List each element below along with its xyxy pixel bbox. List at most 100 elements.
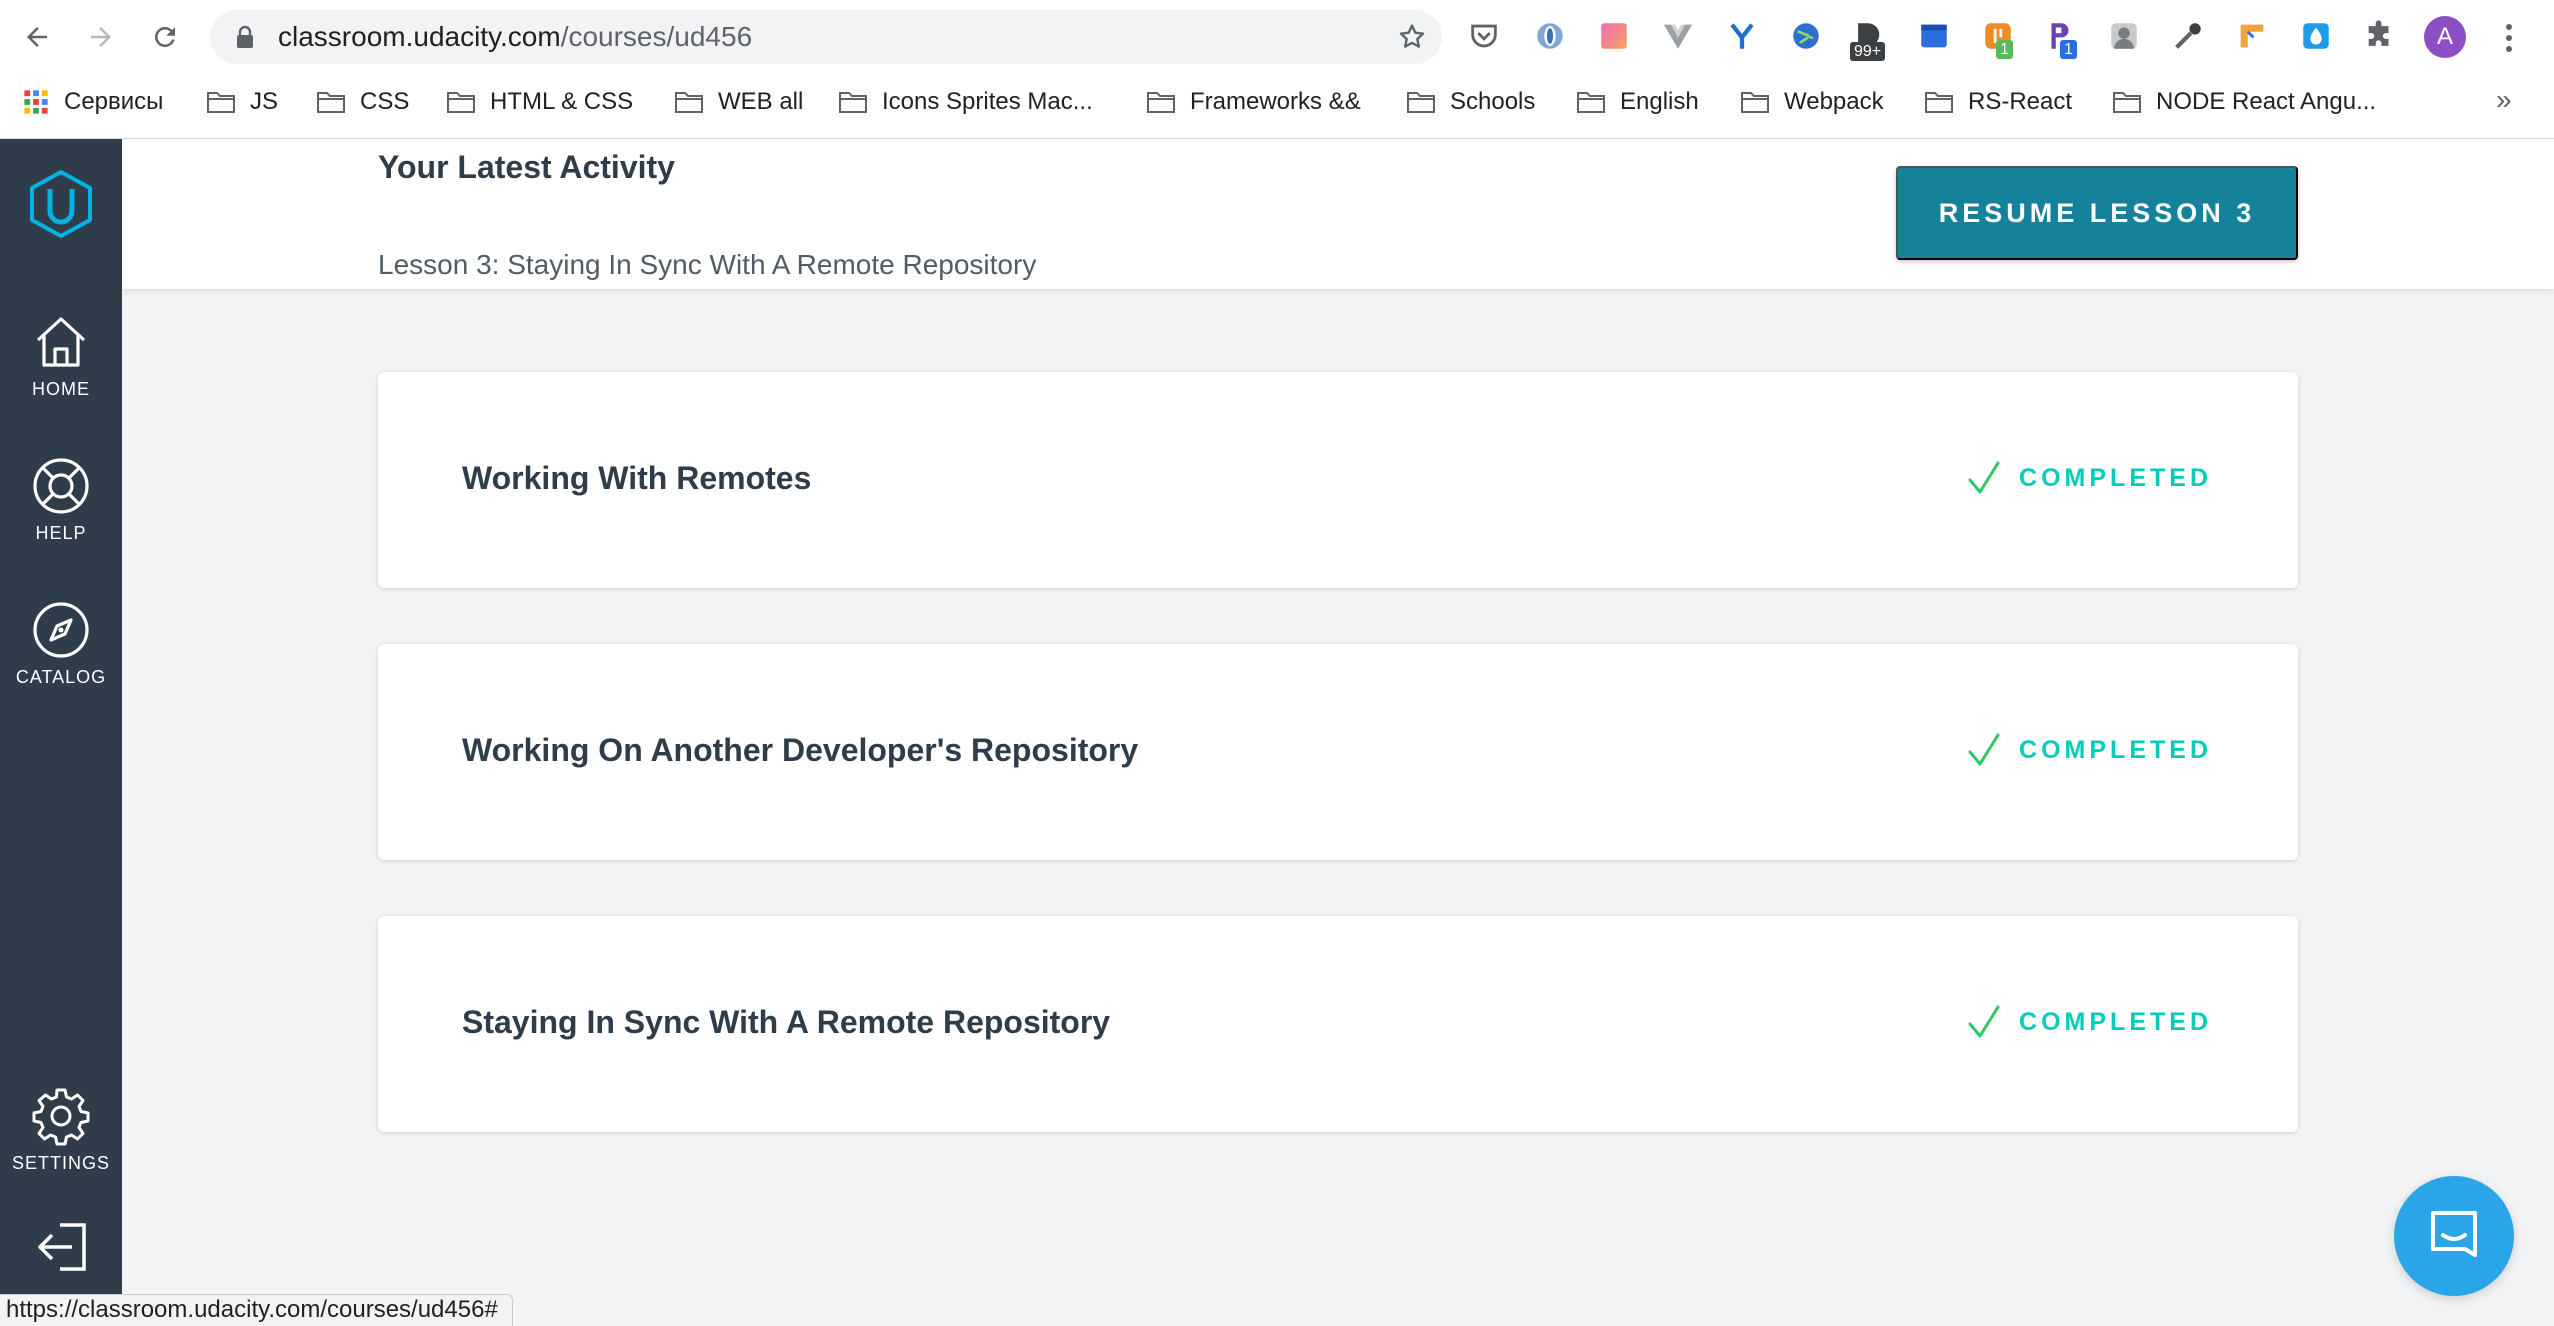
bookmark-folder-rs-react[interactable]: RS-React xyxy=(1924,80,2072,124)
resume-lesson-button[interactable]: RESUME LESSON 3 xyxy=(1896,166,2298,260)
folder-icon xyxy=(447,92,475,113)
url-text[interactable]: classroom.udacity.com/courses/ud456 xyxy=(278,21,752,53)
lesson-title: Working On Another Developer's Repositor… xyxy=(462,732,1139,768)
address-bar[interactable]: classroom.udacity.com/courses/ud456 xyxy=(210,10,1442,64)
status-label: COMPLETED xyxy=(2019,735,2212,764)
browser-toolbar: classroom.udacity.com/courses/ud456 99+ … xyxy=(0,0,2554,75)
chat-icon xyxy=(2431,1211,2477,1257)
bookmark-folder-css[interactable]: CSS xyxy=(316,80,409,124)
folder-icon xyxy=(1925,92,1953,113)
color-gradient-icon[interactable] xyxy=(1596,18,1632,54)
bookmark-apps[interactable]: Сервисы xyxy=(22,80,163,124)
rail-home[interactable]: HOME xyxy=(0,311,122,400)
extension-badge: 1 xyxy=(2060,40,2077,59)
yandex-icon[interactable] xyxy=(1724,18,1760,54)
bookmark-folder-icons-sprites[interactable]: Icons Sprites Mac... xyxy=(838,80,1093,124)
gray-person-icon[interactable] xyxy=(2106,18,2142,54)
folder-icon xyxy=(1147,92,1175,113)
puzzle-icon[interactable] xyxy=(2362,18,2398,54)
bookmark-folder-js[interactable]: JS xyxy=(206,80,278,124)
folder-icon xyxy=(675,92,703,113)
back-button[interactable] xyxy=(14,14,60,60)
folder-icon xyxy=(1577,92,1605,113)
lesson-title: Working With Remotes xyxy=(462,460,812,496)
opera-vpn-icon[interactable] xyxy=(1532,18,1568,54)
reload-button[interactable] xyxy=(142,14,188,60)
forward-button[interactable] xyxy=(78,14,124,60)
profile-avatar[interactable]: A xyxy=(2424,16,2466,58)
link-status-bar: https://classroom.udacity.com/courses/ud… xyxy=(0,1294,513,1326)
d-extension-icon[interactable]: 99+ xyxy=(1850,18,1886,61)
bookmark-folder-web-all[interactable]: WEB all xyxy=(674,80,803,124)
eyedropper-icon[interactable] xyxy=(2170,18,2206,54)
status-label: COMPLETED xyxy=(2019,463,2212,492)
rail-settings[interactable]: SETTINGS xyxy=(0,1085,122,1174)
rail-catalog[interactable]: CATALOG xyxy=(0,599,122,688)
checkmark-icon xyxy=(1968,461,2000,494)
completed-status: COMPLETED xyxy=(1967,460,2212,496)
checkmark-icon xyxy=(1968,1005,2000,1038)
bookmark-folder-frameworks[interactable]: Frameworks && xyxy=(1146,80,1361,124)
vuejs-devtools-icon[interactable] xyxy=(1660,18,1696,54)
bookmark-folder-english[interactable]: English xyxy=(1576,80,1699,124)
udacity-logo-icon[interactable] xyxy=(28,169,94,239)
lock-icon xyxy=(237,25,253,48)
bookmark-label: Webpack xyxy=(1784,88,1884,115)
extension-badge: 99+ xyxy=(1850,42,1886,61)
purple-r-icon[interactable]: 1 xyxy=(2042,18,2078,59)
gear-icon xyxy=(32,1088,90,1146)
bookmark-label: NODE React Angu... xyxy=(2156,88,2377,115)
latest-activity-bar: Your Latest Activity Lesson 3: Staying I… xyxy=(122,139,2554,289)
browser-chrome: classroom.udacity.com/courses/ud456 99+ … xyxy=(0,0,2554,139)
bookmark-label: RS-React xyxy=(1968,88,2073,115)
folder-icon xyxy=(207,92,235,113)
folder-icon xyxy=(1407,92,1435,113)
folder-icon xyxy=(317,92,345,113)
lesson-card[interactable]: Working With Remotes COMPLETED xyxy=(378,372,2298,588)
bookmark-label: Сервисы xyxy=(64,88,164,115)
bookmarks-overflow-button[interactable]: » xyxy=(2496,84,2512,116)
url-host: classroom.udacity.com xyxy=(278,21,561,52)
completed-status: COMPLETED xyxy=(1967,1004,2212,1040)
bookmark-folder-html-css[interactable]: HTML & CSS xyxy=(446,80,633,124)
bookmark-folder-schools[interactable]: Schools xyxy=(1406,80,1535,124)
pocket-icon[interactable] xyxy=(1466,18,1502,54)
folder-icon xyxy=(1741,92,1769,113)
home-icon xyxy=(36,317,86,367)
folder-icon xyxy=(2113,92,2141,113)
completed-status: COMPLETED xyxy=(1967,732,2212,768)
blue-box-icon[interactable] xyxy=(1916,18,1952,54)
rail-label: SETTINGS xyxy=(11,1153,110,1173)
globe-icon[interactable] xyxy=(1788,18,1824,54)
arrow-left-icon xyxy=(27,27,47,47)
arrow-right-icon xyxy=(91,27,111,47)
lesson-card[interactable]: Working On Another Developer's Repositor… xyxy=(378,644,2298,860)
lifebuoy-icon xyxy=(33,458,89,514)
bookmark-label: English xyxy=(1620,88,1699,115)
lesson-card[interactable]: Staying In Sync With A Remote Repository… xyxy=(378,916,2298,1132)
orange-extension-icon[interactable]: 1 xyxy=(1980,18,2016,59)
bookmark-label: Icons Sprites Mac... xyxy=(882,88,1093,115)
course-main: Your Latest Activity Lesson 3: Staying I… xyxy=(122,139,2554,1326)
rail-label: HOME xyxy=(32,379,90,399)
logout-icon[interactable] xyxy=(34,1219,90,1275)
rail-help[interactable]: HELP xyxy=(0,455,122,544)
reload-icon xyxy=(154,26,175,47)
extension-badge: 1 xyxy=(1996,40,2013,59)
bookmark-folder-node-react[interactable]: NODE React Angu... xyxy=(2112,80,2376,124)
drop-icon[interactable] xyxy=(2298,18,2334,54)
latest-activity-lesson[interactable]: Lesson 3: Staying In Sync With A Remote … xyxy=(378,249,1036,281)
browser-menu-icon[interactable] xyxy=(2496,18,2522,58)
ruler-icon[interactable] xyxy=(2234,18,2270,54)
bookmark-label: HTML & CSS xyxy=(490,88,634,115)
lesson-title: Staying In Sync With A Remote Repository xyxy=(462,1004,1111,1040)
chat-launcher-button[interactable] xyxy=(2394,1176,2514,1296)
compass-icon xyxy=(33,602,89,658)
url-path: /courses/ud456 xyxy=(560,21,753,52)
bookmark-star-icon[interactable] xyxy=(1396,21,1428,53)
bookmark-label: Schools xyxy=(1450,88,1536,115)
rail-label: CATALOG xyxy=(15,667,107,687)
checkmark-icon xyxy=(1968,733,2000,766)
bookmark-folder-webpack[interactable]: Webpack xyxy=(1740,80,1884,124)
latest-activity-title: Your Latest Activity xyxy=(378,149,675,185)
